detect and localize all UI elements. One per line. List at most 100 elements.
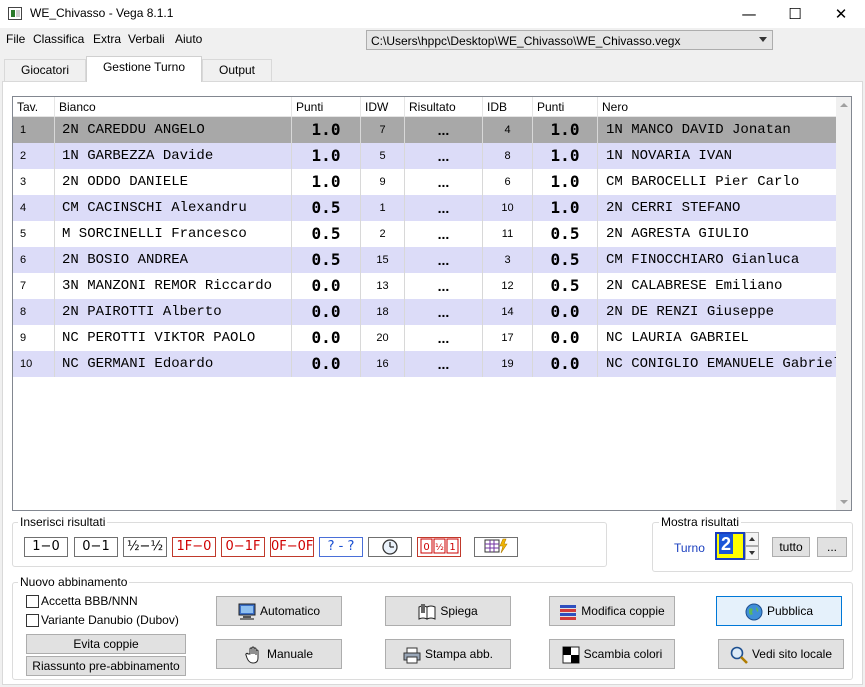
manuale-button[interactable]: Manuale [216,639,342,669]
modifica-coppie-button[interactable]: Modifica coppie [549,596,675,626]
result-0-1f-button[interactable]: 0−1F [221,537,265,557]
riassunto-button[interactable]: Riassunto pre-abbinamento [26,656,186,676]
row-idb: 12 [483,273,533,299]
half-point-button[interactable]: 0 ½ 1 [417,537,461,557]
row-tav: 5 [13,221,55,247]
close-button[interactable]: ✕ [818,0,864,28]
file-path-select[interactable]: C:\Users\hppc\Desktop\WE_Chivasso\WE_Chi… [366,30,773,50]
tab-bar: Giocatori Gestione Turno Output [0,56,865,82]
row-black-player: 2N CERRI STEFANO [606,200,741,216]
minimize-button[interactable]: — [726,0,772,28]
accetta-bbb-checkbox[interactable] [26,595,39,608]
row-result[interactable]: ... [405,325,483,351]
clock-button[interactable] [368,537,412,557]
row-idw: 20 [361,325,405,351]
more-options-button[interactable]: ... [817,537,847,557]
result-1-0-button[interactable]: 1−0 [24,537,68,557]
table-row[interactable]: 5M SORCINELLI Francesco 0.5 2... 11 0.5 2N AG… [13,221,838,247]
tab-output[interactable]: Output [202,59,272,81]
turno-input[interactable]: 2 [715,532,745,560]
row-white-player: CM CACINSCHI Alexandru [55,195,292,221]
scroll-down-icon[interactable] [840,500,848,504]
row-white-points: 0.0 [292,351,361,377]
header-punti-black[interactable]: Punti [533,97,598,117]
row-black-points: 1.0 [533,195,598,221]
maximize-button[interactable]: ☐ [772,0,818,28]
menu-aiuto[interactable]: Aiuto [175,32,202,46]
row-white-points: 1.0 [292,169,361,195]
automatico-button[interactable]: Automatico [216,596,342,626]
table-row[interactable]: 10 NC GERMANI Edoardo 0.0 16... 19 0.0 NC CONI… [13,351,838,377]
grid-flash-button[interactable] [474,537,518,557]
row-black-points: 0.5 [533,273,598,299]
header-bianco[interactable]: Bianco [55,97,292,117]
menu-file[interactable]: File [6,32,25,46]
tab-giocatori[interactable]: Giocatori [4,59,86,81]
row-idw: 18 [361,299,405,325]
svg-text:1: 1 [449,542,455,553]
row-black-points: 1.0 [533,117,598,143]
row-result[interactable]: ... [405,221,483,247]
header-nero[interactable]: Nero [598,97,838,117]
insert-results-label: Inserisci risultati [18,515,108,529]
turno-value: 2 [719,534,734,554]
row-result[interactable]: ... [405,299,483,325]
menu-verbali[interactable]: Verbali [128,32,165,46]
header-risultato[interactable]: Risultato [405,97,483,117]
result-unknown-button[interactable]: ? - ? [319,537,363,557]
table-row[interactable]: 6 2N BOSIO ANDREA 0.5 15... 3 0.5 CM FINOCCHIA… [13,247,838,273]
stampa-button[interactable]: Stampa abb. [385,639,511,669]
row-idb: 6 [483,169,533,195]
result-0-1-button[interactable]: 0−1 [74,537,118,557]
file-path-value: C:\Users\hppc\Desktop\WE_Chivasso\WE_Chi… [371,34,681,48]
table-row[interactable]: 7 3N MANZONI REMOR Riccardo 0.0 13... 12 0.5 2… [13,273,838,299]
row-result[interactable]: ... [405,273,483,299]
header-idb[interactable]: IDB [483,97,533,117]
tutto-button[interactable]: tutto [772,537,810,557]
table-row[interactable]: 4 CM CACINSCHI Alexandru 0.5 1... 10 1.0 2N CE… [13,195,838,221]
tab-gestione-turno[interactable]: Gestione Turno [86,56,202,82]
variante-dubov-checkbox[interactable] [26,614,39,627]
table-row[interactable]: 3 2N ODDO DANIELE 1.0 9... 6 1.0 CM BAROCELLI … [13,169,838,195]
table-row[interactable]: 1 2N CAREDDU ANGELO 1.0 7... 4 1.0 1N MANCO DA… [13,117,838,143]
result-draw-button[interactable]: ½−½ [123,537,167,557]
table-row[interactable]: 9 NC PEROTTI VIKTOR PAOLO 0.0 20... 17 0.0 NC … [13,325,838,351]
row-idb: 4 [483,117,533,143]
svg-text:0: 0 [423,542,429,553]
menu-extra[interactable]: Extra [93,32,121,46]
row-result[interactable]: ... [405,351,483,377]
header-idw[interactable]: IDW [361,97,405,117]
row-result[interactable]: ... [405,117,483,143]
row-black-points: 0.0 [533,351,598,377]
menu-classifica[interactable]: Classifica [33,32,84,46]
row-idb: 10 [483,195,533,221]
result-0f-0f-button[interactable]: 0F−0F [270,537,314,557]
row-tav: 7 [13,273,55,299]
row-result[interactable]: ... [405,143,483,169]
scroll-up-icon[interactable] [840,103,848,107]
row-result[interactable]: ... [405,195,483,221]
vedi-sito-locale-button[interactable]: Vedi sito locale [718,639,844,669]
pubblica-button[interactable]: Pubblica [716,596,842,626]
vertical-scrollbar[interactable] [836,97,851,510]
row-white-points: 0.5 [292,247,361,273]
header-tav[interactable]: Tav. [13,97,55,117]
row-white-points: 1.0 [292,143,361,169]
half-point-icon: 0 ½ 1 [420,538,459,554]
clock-icon [382,539,398,555]
table-row[interactable]: 8 2N PAIROTTI Alberto 0.0 18... 14 0.0 2N DE R… [13,299,838,325]
result-1f-0-button[interactable]: 1F−0 [172,537,216,557]
scambia-colori-button[interactable]: Scambia colori [549,639,675,669]
turno-spin-up[interactable] [745,532,759,546]
table-lightning-icon [484,538,508,554]
variante-dubov-label: Variante Danubio (Dubov) [41,613,179,627]
show-results-label: Mostra risultati [659,515,742,529]
spiega-button[interactable]: Spiega [385,596,511,626]
row-result[interactable]: ... [405,169,483,195]
row-white-points: 0.0 [292,273,361,299]
table-row[interactable]: 2 1N GARBEZZA Davide 1.0 5... 8 1.0 1N NOVARIA… [13,143,838,169]
row-result[interactable]: ... [405,247,483,273]
header-punti-white[interactable]: Punti [292,97,361,117]
turno-spin-down[interactable] [745,546,759,560]
evita-coppie-button[interactable]: Evita coppie [26,634,186,654]
